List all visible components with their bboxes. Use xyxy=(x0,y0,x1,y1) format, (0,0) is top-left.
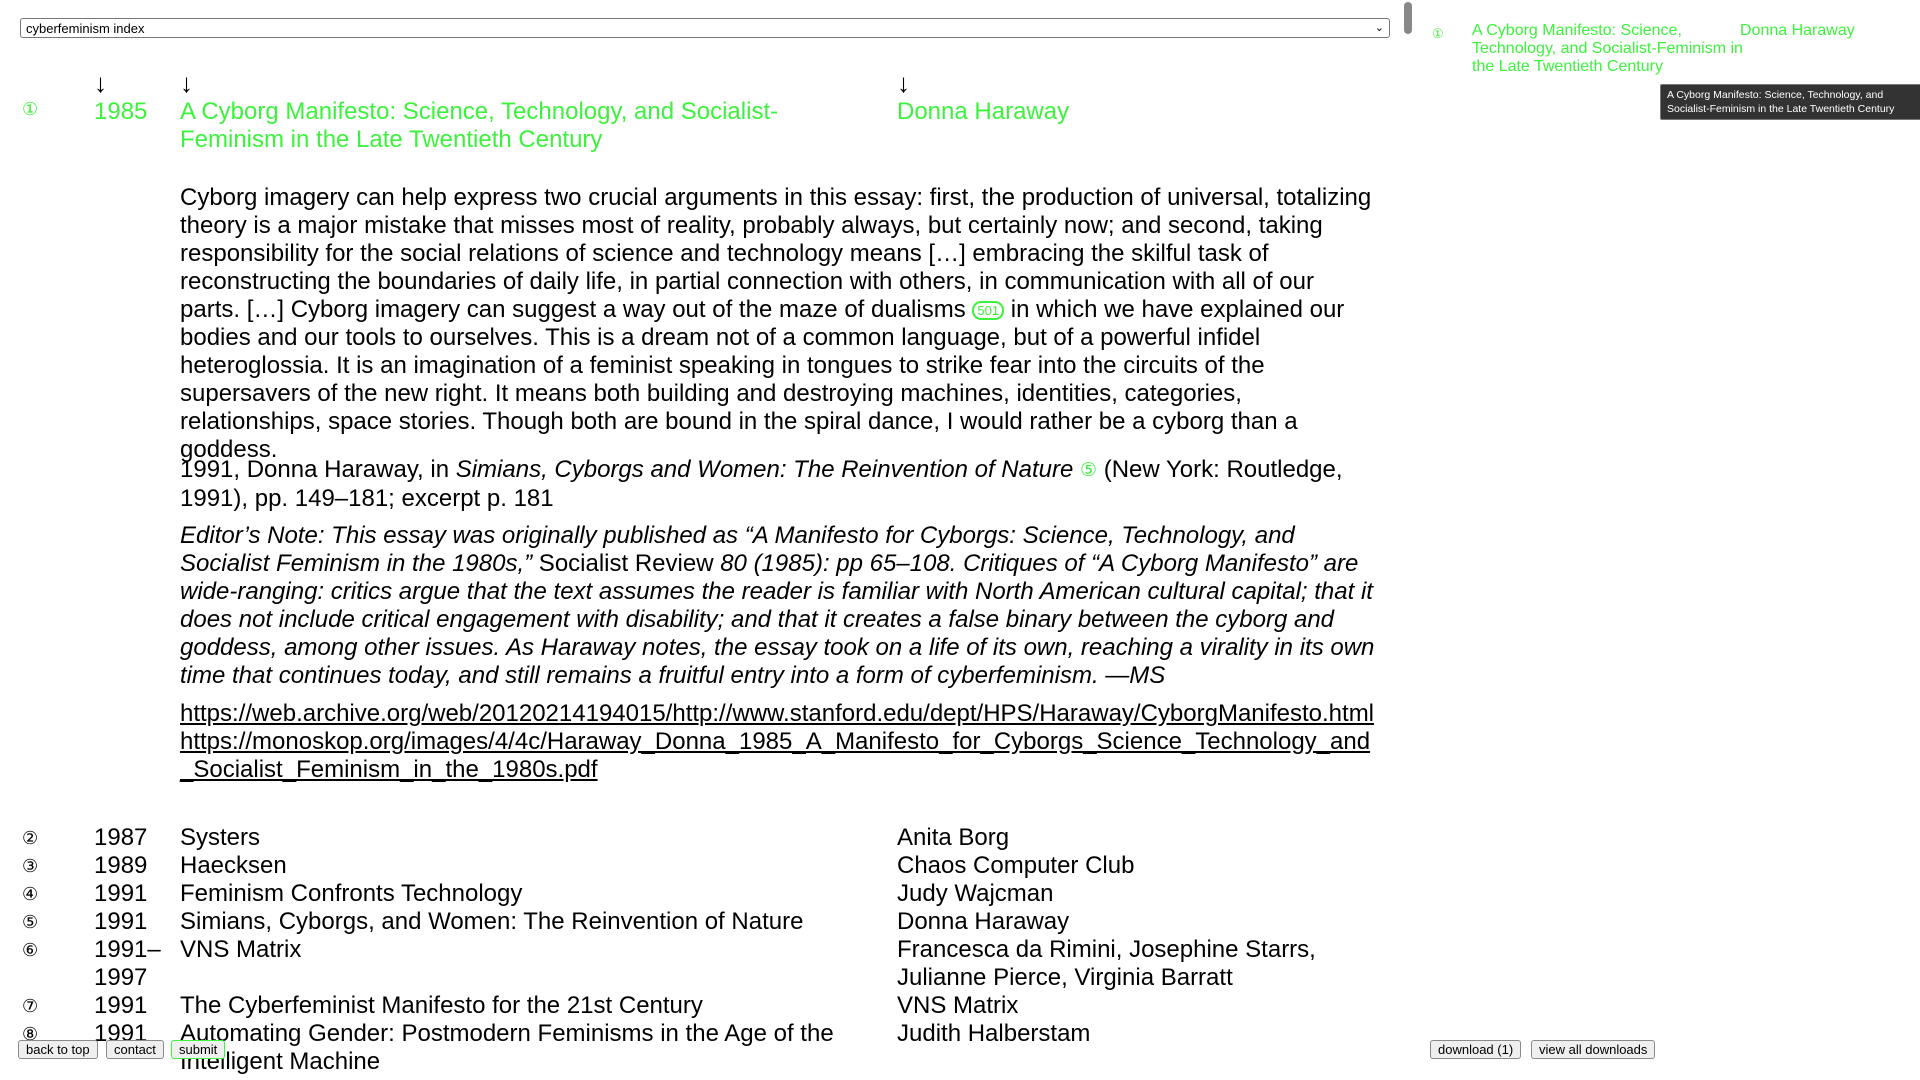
entry-author: Donna Haraway xyxy=(897,98,1070,125)
sidebar-entry-author: Donna Haraway xyxy=(1740,22,1855,39)
entry-title[interactable]: Systers xyxy=(180,824,880,852)
entry-number[interactable]: ③ xyxy=(22,857,38,875)
entry-title[interactable]: A Cyborg Manifesto: Science, Technology,… xyxy=(180,98,820,154)
entry-title[interactable]: The Cyberfeminist Manifesto for the 21st… xyxy=(180,992,880,1020)
entry-number[interactable]: ⑦ xyxy=(22,997,38,1015)
main-scrollbar[interactable] xyxy=(1402,0,1414,1080)
citation-book-title: Simians, Cyborgs and Women: The Reinvent… xyxy=(455,456,1074,483)
sidebar-entry-title[interactable]: A Cyborg Manifesto: Science, Technology,… xyxy=(1472,22,1752,76)
entry-title[interactable]: VNS Matrix xyxy=(180,936,880,964)
editor-note-journal: Socialist Review xyxy=(532,550,721,577)
entry-number[interactable]: ② xyxy=(22,829,38,847)
chevron-down-icon: ⌄ xyxy=(1374,21,1384,34)
entry-title[interactable]: Haecksen xyxy=(180,852,880,880)
entry-author: Chaos Computer Club xyxy=(897,852,1135,879)
sort-author-arrow-icon[interactable]: ↓ xyxy=(897,70,910,96)
scrollbar-thumb[interactable] xyxy=(1404,2,1412,34)
citation-text-part1: 1991, Donna Haraway, in xyxy=(180,456,456,483)
entry-author: VNS Matrix xyxy=(897,992,1019,1019)
entry-year: 1991 xyxy=(94,992,148,1019)
submit-button[interactable]: submit xyxy=(171,1040,226,1059)
download-button[interactable]: download (1) xyxy=(1430,1040,1522,1059)
entry-number[interactable]: ⑤ xyxy=(22,913,38,931)
entry-year: 1989 xyxy=(94,852,148,879)
index-dropdown[interactable]: cyberfeminism index ⌄ xyxy=(20,18,1390,38)
sort-title-arrow-icon[interactable]: ↓ xyxy=(180,70,193,96)
entry-number[interactable]: ① xyxy=(22,100,38,118)
entry-links: https://web.archive.org/web/201202141940… xyxy=(180,700,1380,784)
downloads-sidebar: ① A Cyborg Manifesto: Science, Technolog… xyxy=(1420,0,1920,1080)
entry-year: 1987 xyxy=(94,824,148,851)
entry-year: 1985 xyxy=(94,98,148,125)
entry-number[interactable]: ④ xyxy=(22,885,38,903)
reference-badge[interactable]: 501 xyxy=(972,301,1005,320)
entry-author: Judy Wajcman xyxy=(897,880,1054,907)
view-all-downloads-button[interactable]: view all downloads xyxy=(1531,1040,1656,1059)
title-tooltip: A Cyborg Manifesto: Science, Technology,… xyxy=(1660,84,1920,120)
citation-reference-link[interactable]: ⑤ xyxy=(1080,460,1097,481)
contact-button[interactable]: contact xyxy=(106,1040,164,1059)
entry-citation: 1991, Donna Haraway, in Simians, Cyborgs… xyxy=(180,456,1380,513)
entry-year: 1991–1997 xyxy=(94,936,161,991)
entry-author: Francesca da Rimini, Josephine Starrs, J… xyxy=(897,936,1316,991)
entry-title[interactable]: Simians, Cyborgs, and Women: The Reinven… xyxy=(180,908,880,936)
monoskop-pdf-link[interactable]: https://monoskop.org/images/4/4c/Haraway… xyxy=(180,728,1380,784)
sidebar-entry-number[interactable]: ① xyxy=(1432,26,1444,42)
entry-author: Donna Haraway xyxy=(897,908,1070,935)
back-to-top-button[interactable]: back to top xyxy=(18,1040,98,1059)
index-main-column: cyberfeminism index ⌄ ↓ ↓ ↓ ① 1985 A Cyb… xyxy=(0,0,1400,1080)
entry-author: Anita Borg xyxy=(897,824,1010,851)
sort-year-arrow-icon[interactable]: ↓ xyxy=(94,70,107,96)
index-dropdown-value: cyberfeminism index xyxy=(26,20,145,36)
entry-number[interactable]: ⑥ xyxy=(22,941,38,959)
entry-year: 1991 xyxy=(94,908,148,935)
entry-author: Judith Halberstam xyxy=(897,1020,1091,1047)
entry-year: 1991 xyxy=(94,880,148,907)
entry-title[interactable]: Feminism Confronts Technology xyxy=(180,880,880,908)
editor-note: Editor’s Note: This essay was originally… xyxy=(180,522,1380,690)
entry-quote: Cyborg imagery can help express two cruc… xyxy=(180,184,1380,464)
entry-title[interactable]: Automating Gender: Postmodern Feminisms … xyxy=(180,1020,860,1076)
archive-link[interactable]: https://web.archive.org/web/201202141940… xyxy=(180,700,1380,728)
